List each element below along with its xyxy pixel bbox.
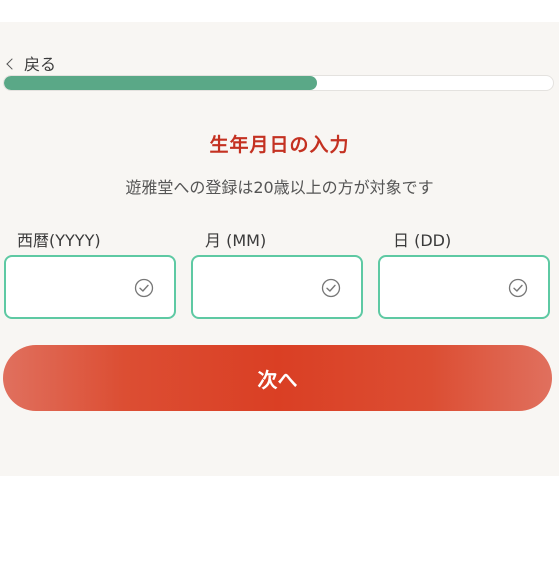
- page-subtitle: 遊雅堂への登録は20歳以上の方が対象です: [125, 178, 434, 197]
- year-field[interactable]: [4, 255, 176, 319]
- check-circle-icon: [321, 278, 341, 298]
- check-circle-icon: [508, 278, 528, 298]
- chevron-left-icon: [6, 57, 18, 70]
- year-label: 西暦(YYYY): [17, 231, 101, 250]
- back-label: 戻る: [24, 55, 57, 74]
- back-button[interactable]: 戻る: [6, 52, 57, 74]
- check-circle-icon: [134, 278, 154, 298]
- month-field[interactable]: [191, 255, 363, 319]
- month-input[interactable]: [205, 267, 319, 309]
- day-field[interactable]: [378, 255, 550, 319]
- progress-bar: [3, 75, 554, 91]
- day-label: 日 (DD): [393, 231, 452, 250]
- progress-fill: [4, 76, 317, 90]
- day-input[interactable]: [392, 267, 506, 309]
- page-title: 生年月日の入力: [209, 134, 350, 156]
- next-button[interactable]: 次へ: [3, 345, 552, 411]
- month-label: 月 (MM): [205, 231, 267, 250]
- year-input[interactable]: [18, 267, 132, 309]
